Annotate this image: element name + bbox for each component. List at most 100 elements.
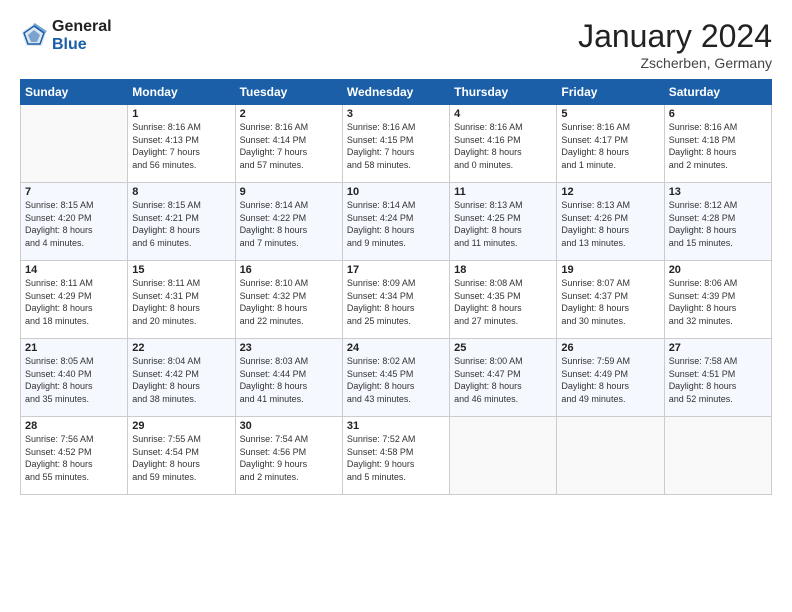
day-info: Sunrise: 8:14 AM Sunset: 4:24 PM Dayligh… [347,199,445,249]
calendar-week-row: 28Sunrise: 7:56 AM Sunset: 4:52 PM Dayli… [21,417,772,495]
calendar-cell: 2Sunrise: 8:16 AM Sunset: 4:14 PM Daylig… [235,105,342,183]
calendar-cell: 3Sunrise: 8:16 AM Sunset: 4:15 PM Daylig… [342,105,449,183]
calendar-cell: 29Sunrise: 7:55 AM Sunset: 4:54 PM Dayli… [128,417,235,495]
day-number: 23 [240,342,338,354]
day-info: Sunrise: 8:16 AM Sunset: 4:18 PM Dayligh… [669,121,767,171]
day-number: 4 [454,108,552,120]
weekday-header-tuesday: Tuesday [235,80,342,105]
calendar-cell [21,105,128,183]
calendar-cell: 15Sunrise: 8:11 AM Sunset: 4:31 PM Dayli… [128,261,235,339]
calendar-cell: 16Sunrise: 8:10 AM Sunset: 4:32 PM Dayli… [235,261,342,339]
day-number: 31 [347,420,445,432]
day-number: 21 [25,342,123,354]
day-info: Sunrise: 8:15 AM Sunset: 4:20 PM Dayligh… [25,199,123,249]
day-number: 25 [454,342,552,354]
calendar-week-row: 21Sunrise: 8:05 AM Sunset: 4:40 PM Dayli… [21,339,772,417]
calendar-cell: 14Sunrise: 8:11 AM Sunset: 4:29 PM Dayli… [21,261,128,339]
day-info: Sunrise: 7:59 AM Sunset: 4:49 PM Dayligh… [561,355,659,405]
day-info: Sunrise: 8:16 AM Sunset: 4:13 PM Dayligh… [132,121,230,171]
day-info: Sunrise: 8:15 AM Sunset: 4:21 PM Dayligh… [132,199,230,249]
calendar-week-row: 14Sunrise: 8:11 AM Sunset: 4:29 PM Dayli… [21,261,772,339]
day-info: Sunrise: 8:05 AM Sunset: 4:40 PM Dayligh… [25,355,123,405]
calendar-title: January 2024 [578,18,772,55]
logo-general-text: General [52,18,112,36]
day-number: 14 [25,264,123,276]
weekday-header-wednesday: Wednesday [342,80,449,105]
calendar-cell: 4Sunrise: 8:16 AM Sunset: 4:16 PM Daylig… [450,105,557,183]
day-info: Sunrise: 8:02 AM Sunset: 4:45 PM Dayligh… [347,355,445,405]
calendar-cell: 10Sunrise: 8:14 AM Sunset: 4:24 PM Dayli… [342,183,449,261]
day-number: 30 [240,420,338,432]
calendar-cell: 17Sunrise: 8:09 AM Sunset: 4:34 PM Dayli… [342,261,449,339]
weekday-header-thursday: Thursday [450,80,557,105]
logo-icon [20,22,48,50]
day-number: 18 [454,264,552,276]
day-number: 26 [561,342,659,354]
weekday-header-friday: Friday [557,80,664,105]
day-number: 17 [347,264,445,276]
day-info: Sunrise: 8:16 AM Sunset: 4:16 PM Dayligh… [454,121,552,171]
day-info: Sunrise: 8:06 AM Sunset: 4:39 PM Dayligh… [669,277,767,327]
logo: General Blue [20,18,112,53]
title-block: January 2024 Zscherben, Germany [578,18,772,71]
calendar-cell [557,417,664,495]
calendar-week-row: 7Sunrise: 8:15 AM Sunset: 4:20 PM Daylig… [21,183,772,261]
day-info: Sunrise: 7:54 AM Sunset: 4:56 PM Dayligh… [240,433,338,483]
day-number: 24 [347,342,445,354]
calendar-cell: 5Sunrise: 8:16 AM Sunset: 4:17 PM Daylig… [557,105,664,183]
day-number: 2 [240,108,338,120]
calendar-cell: 12Sunrise: 8:13 AM Sunset: 4:26 PM Dayli… [557,183,664,261]
calendar-cell: 1Sunrise: 8:16 AM Sunset: 4:13 PM Daylig… [128,105,235,183]
day-number: 7 [25,186,123,198]
day-number: 13 [669,186,767,198]
day-info: Sunrise: 8:10 AM Sunset: 4:32 PM Dayligh… [240,277,338,327]
calendar-cell: 6Sunrise: 8:16 AM Sunset: 4:18 PM Daylig… [664,105,771,183]
day-info: Sunrise: 7:58 AM Sunset: 4:51 PM Dayligh… [669,355,767,405]
calendar-cell: 27Sunrise: 7:58 AM Sunset: 4:51 PM Dayli… [664,339,771,417]
calendar-cell: 9Sunrise: 8:14 AM Sunset: 4:22 PM Daylig… [235,183,342,261]
day-number: 16 [240,264,338,276]
weekday-header-saturday: Saturday [664,80,771,105]
calendar-week-row: 1Sunrise: 8:16 AM Sunset: 4:13 PM Daylig… [21,105,772,183]
calendar-subtitle: Zscherben, Germany [578,55,772,71]
calendar-cell [450,417,557,495]
calendar-cell: 19Sunrise: 8:07 AM Sunset: 4:37 PM Dayli… [557,261,664,339]
day-info: Sunrise: 8:13 AM Sunset: 4:26 PM Dayligh… [561,199,659,249]
logo-text: General Blue [52,18,112,53]
day-info: Sunrise: 8:07 AM Sunset: 4:37 PM Dayligh… [561,277,659,327]
calendar-table: SundayMondayTuesdayWednesdayThursdayFrid… [20,79,772,495]
day-info: Sunrise: 8:04 AM Sunset: 4:42 PM Dayligh… [132,355,230,405]
day-info: Sunrise: 8:16 AM Sunset: 4:17 PM Dayligh… [561,121,659,171]
day-number: 15 [132,264,230,276]
day-info: Sunrise: 8:11 AM Sunset: 4:29 PM Dayligh… [25,277,123,327]
calendar-page: General Blue January 2024 Zscherben, Ger… [0,0,792,612]
calendar-cell: 18Sunrise: 8:08 AM Sunset: 4:35 PM Dayli… [450,261,557,339]
calendar-cell: 23Sunrise: 8:03 AM Sunset: 4:44 PM Dayli… [235,339,342,417]
calendar-cell: 26Sunrise: 7:59 AM Sunset: 4:49 PM Dayli… [557,339,664,417]
day-number: 22 [132,342,230,354]
weekday-header-sunday: Sunday [21,80,128,105]
day-info: Sunrise: 8:13 AM Sunset: 4:25 PM Dayligh… [454,199,552,249]
calendar-cell: 25Sunrise: 8:00 AM Sunset: 4:47 PM Dayli… [450,339,557,417]
day-number: 5 [561,108,659,120]
day-number: 12 [561,186,659,198]
day-number: 11 [454,186,552,198]
day-info: Sunrise: 8:16 AM Sunset: 4:14 PM Dayligh… [240,121,338,171]
calendar-cell: 30Sunrise: 7:54 AM Sunset: 4:56 PM Dayli… [235,417,342,495]
day-number: 6 [669,108,767,120]
calendar-cell: 20Sunrise: 8:06 AM Sunset: 4:39 PM Dayli… [664,261,771,339]
day-info: Sunrise: 8:08 AM Sunset: 4:35 PM Dayligh… [454,277,552,327]
day-info: Sunrise: 7:55 AM Sunset: 4:54 PM Dayligh… [132,433,230,483]
day-number: 1 [132,108,230,120]
day-number: 20 [669,264,767,276]
day-info: Sunrise: 7:52 AM Sunset: 4:58 PM Dayligh… [347,433,445,483]
day-number: 8 [132,186,230,198]
calendar-cell [664,417,771,495]
day-number: 9 [240,186,338,198]
day-number: 29 [132,420,230,432]
day-info: Sunrise: 8:16 AM Sunset: 4:15 PM Dayligh… [347,121,445,171]
day-number: 10 [347,186,445,198]
day-info: Sunrise: 8:00 AM Sunset: 4:47 PM Dayligh… [454,355,552,405]
calendar-cell: 7Sunrise: 8:15 AM Sunset: 4:20 PM Daylig… [21,183,128,261]
weekday-header-row: SundayMondayTuesdayWednesdayThursdayFrid… [21,80,772,105]
